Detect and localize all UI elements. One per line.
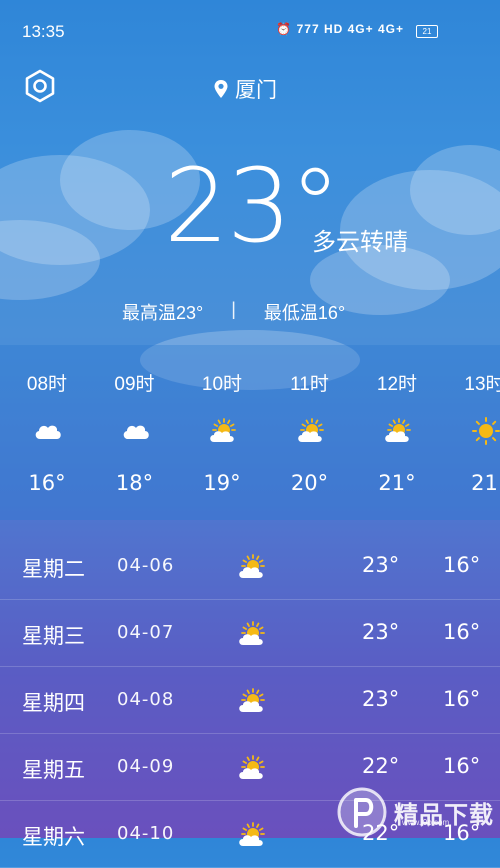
- cloud-icon: [120, 417, 152, 445]
- temperature-range: 最高温23° | 最低温16°: [122, 299, 345, 325]
- hourly-forecast[interactable]: 08时 16° 09时 18° 10时 19° 11时 20° 12时 21° 13时 21: [0, 345, 500, 520]
- hour-label: 09时: [100, 369, 170, 396]
- day-high: 23°: [362, 687, 399, 711]
- hour-label: 12时: [362, 369, 432, 396]
- hour-temperature: 16°: [12, 471, 82, 495]
- day-low: 16°: [443, 620, 480, 644]
- map-pin-icon: [213, 79, 229, 99]
- hour-label: 11时: [275, 369, 345, 396]
- day-low: 16°: [443, 553, 480, 577]
- day-date: 04-07: [117, 622, 174, 643]
- watermark: 精品下载 www.j9p.com: [336, 786, 494, 838]
- hour-temperature: 18°: [100, 471, 170, 495]
- day-high: 23°: [362, 553, 399, 577]
- daily-row[interactable]: 星期四 04-08 23° 16°: [0, 667, 500, 734]
- status-network-icons: ⏰ 777 HD 4G+ 4G+: [276, 22, 404, 36]
- daily-row[interactable]: 星期二 04-06 23° 16°: [0, 533, 500, 600]
- day-name: 星期四: [22, 687, 85, 717]
- hour-temperature: 19°: [187, 471, 257, 495]
- range-separator: |: [231, 299, 236, 325]
- partly-cloudy-icon: [236, 553, 268, 581]
- status-bar: 13:35 ⏰ 777 HD 4G+ 4G+ 21: [0, 0, 500, 60]
- day-name: 星期二: [22, 553, 85, 583]
- hour-label: 08时: [12, 369, 82, 396]
- settings-button[interactable]: [22, 68, 58, 104]
- day-date: 04-06: [117, 555, 174, 576]
- day-name: 星期五: [22, 754, 85, 784]
- day-low: 16°: [443, 687, 480, 711]
- hour-temperature: 21°: [362, 471, 432, 495]
- hexagon-settings-icon: [22, 68, 58, 104]
- daily-row[interactable]: 星期三 04-07 23° 16°: [0, 600, 500, 667]
- low-temperature: 最低温16°: [264, 299, 345, 325]
- day-date: 04-08: [117, 689, 174, 710]
- status-time: 13:35: [22, 22, 65, 42]
- partly-cloudy-icon: [236, 620, 268, 648]
- watermark-logo-icon: [336, 786, 388, 838]
- hour-temperature: 20°: [275, 471, 345, 495]
- hour-label: 10时: [187, 369, 257, 396]
- hour-label: 13时: [450, 369, 500, 396]
- day-name: 星期六: [22, 821, 85, 851]
- city-name: 厦门: [235, 74, 277, 104]
- partly-cloudy-icon: [236, 687, 268, 715]
- battery-icon: 21: [416, 25, 438, 38]
- high-temperature: 最高温23°: [122, 299, 203, 325]
- day-date: 04-10: [117, 823, 174, 844]
- watermark-url: www.j9p.com: [402, 818, 449, 827]
- partly-cloudy-icon: [236, 754, 268, 782]
- partly-cloudy-icon: [236, 821, 268, 849]
- day-high: 22°: [362, 754, 399, 778]
- cloud-icon: [32, 417, 64, 445]
- location-selector[interactable]: 厦门: [213, 74, 277, 104]
- partly-cloudy-icon: [295, 417, 327, 445]
- day-name: 星期三: [22, 620, 85, 650]
- day-date: 04-09: [117, 756, 174, 777]
- day-low: 16°: [443, 754, 480, 778]
- sun-icon: [470, 417, 500, 445]
- day-high: 23°: [362, 620, 399, 644]
- partly-cloudy-icon: [382, 417, 414, 445]
- hour-temperature: 21: [450, 471, 500, 495]
- current-condition: 多云转晴: [312, 222, 408, 257]
- partly-cloudy-icon: [207, 417, 239, 445]
